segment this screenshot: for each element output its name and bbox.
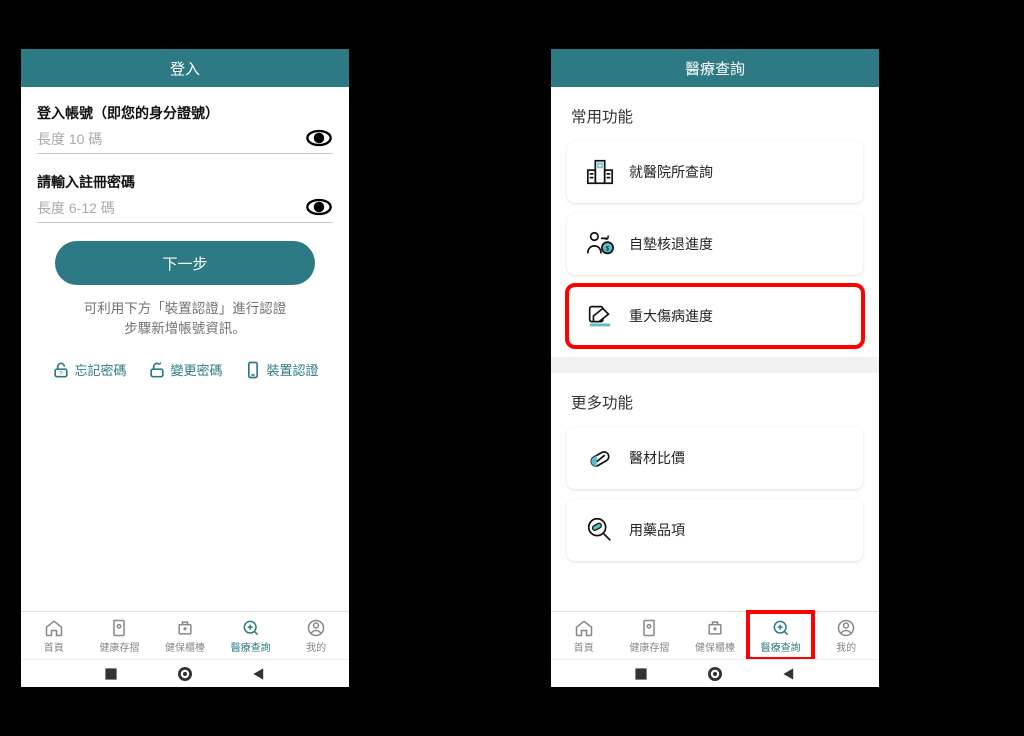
tab-label: 健康存摺 <box>99 639 139 654</box>
func-reimburse-progress[interactable]: $ 自墊核退進度 <box>567 213 863 275</box>
change-password-link[interactable]: 變更密碼 <box>147 360 222 380</box>
nav-circle-icon[interactable] <box>178 667 192 681</box>
link-label: 忘記密碼 <box>74 360 126 379</box>
hint-text: 可利用下方「裝置認證」進行認證 步驟新增帳號資訊。 <box>37 299 333 340</box>
func-label: 用藥品項 <box>629 520 685 540</box>
hospital-icon <box>585 157 615 187</box>
eye-icon[interactable] <box>305 124 333 152</box>
func-label: 自墊核退進度 <box>629 234 713 254</box>
medical-screen: 醫療查詢 常用功能 就醫院所查詢 $ 自墊核退進度 <box>550 48 880 688</box>
tab-label: 醫療查詢 <box>761 639 801 654</box>
form-edit-icon <box>585 301 615 331</box>
healthbook-icon <box>109 618 129 638</box>
func-label: 重大傷病進度 <box>629 306 713 326</box>
func-material-price[interactable]: 醫材比價 <box>567 427 863 489</box>
account-input-row <box>37 123 333 154</box>
func-label: 就醫院所查詢 <box>629 162 713 182</box>
tab-mine[interactable]: 我的 <box>283 612 349 659</box>
tab-label: 首頁 <box>44 639 64 654</box>
func-hospital-lookup[interactable]: 就醫院所查詢 <box>567 141 863 203</box>
tab-bar: 首頁 健康存摺 健保櫃檯 醫療查詢 我的 <box>551 611 879 659</box>
tab-label: 我的 <box>836 639 856 654</box>
forgot-password-link[interactable]: ? 忘記密碼 <box>51 360 126 380</box>
android-nav <box>551 659 879 687</box>
hint-line2: 步驟新增帳號資訊。 <box>124 321 246 336</box>
user-icon <box>306 618 326 638</box>
tab-healthbook[interactable]: 健康存摺 <box>617 612 683 659</box>
eye-icon[interactable] <box>305 193 333 221</box>
medical-body: 常用功能 就醫院所查詢 $ 自墊核退進度 重大傷病進度 <box>551 87 879 611</box>
tab-mine[interactable]: 我的 <box>813 612 879 659</box>
hint-line1: 可利用下方「裝置認證」進行認證 <box>84 301 287 316</box>
tab-medical[interactable]: 醫療查詢 <box>218 612 284 659</box>
user-icon <box>836 618 856 638</box>
app-bar-title: 登入 <box>170 58 200 79</box>
home-icon <box>44 618 64 638</box>
tab-bar: 首頁 健康存摺 健保櫃檯 醫療查詢 我的 <box>21 611 349 659</box>
nav-circle-icon[interactable] <box>708 667 722 681</box>
device-auth-link[interactable]: 裝置認證 <box>243 360 318 380</box>
counter-icon <box>175 618 195 638</box>
phone-icon <box>243 360 263 380</box>
tab-label: 我的 <box>306 639 326 654</box>
password-input[interactable] <box>37 192 305 222</box>
tab-medical[interactable]: 醫療查詢 <box>748 612 814 659</box>
app-bar: 醫療查詢 <box>551 49 879 87</box>
app-bar: 登入 <box>21 49 349 87</box>
func-medication[interactable]: 用藥品項 <box>567 499 863 561</box>
tab-label: 首頁 <box>574 639 594 654</box>
next-button[interactable]: 下一步 <box>55 241 315 285</box>
tab-label: 健保櫃檯 <box>165 639 205 654</box>
password-label: 請輸入註冊密碼 <box>37 172 333 192</box>
tab-home[interactable]: 首頁 <box>21 612 87 659</box>
svg-text:$: $ <box>606 246 610 253</box>
pill-search-icon <box>585 515 615 545</box>
tab-healthbook[interactable]: 健康存摺 <box>87 612 153 659</box>
func-label: 醫材比價 <box>629 448 685 468</box>
lock-refresh-icon <box>147 360 167 380</box>
link-label: 變更密碼 <box>170 360 222 379</box>
counter-icon <box>705 618 725 638</box>
link-label: 裝置認證 <box>266 360 318 379</box>
app-bar-title: 醫療查詢 <box>685 58 745 79</box>
nav-square-icon[interactable] <box>104 667 118 681</box>
nav-back-icon[interactable] <box>782 667 796 681</box>
android-nav <box>21 659 349 687</box>
healthbook-icon <box>639 618 659 638</box>
link-row: ? 忘記密碼 變更密碼 裝置認證 <box>37 360 333 380</box>
pill-icon <box>585 443 615 473</box>
account-label: 登入帳號（即您的身分證號） <box>37 103 333 123</box>
person-money-icon: $ <box>585 229 615 259</box>
password-input-row <box>37 192 333 223</box>
nav-square-icon[interactable] <box>634 667 648 681</box>
tab-counter[interactable]: 健保櫃檯 <box>152 612 218 659</box>
section-gap <box>551 357 879 373</box>
medical-icon <box>771 618 791 638</box>
tab-label: 健保櫃檯 <box>695 639 735 654</box>
login-body: 登入帳號（即您的身分證號） 請輸入註冊密碼 下一步 可利用下方「裝置認證」進行認… <box>21 87 349 611</box>
section-frequent-title: 常用功能 <box>551 87 879 135</box>
account-input[interactable] <box>37 123 305 153</box>
nav-back-icon[interactable] <box>252 667 266 681</box>
login-screen: 登入 登入帳號（即您的身分證號） 請輸入註冊密碼 下一步 可利用下方「裝置認證」… <box>20 48 350 688</box>
section-more-title: 更多功能 <box>551 373 879 421</box>
tab-label: 醫療查詢 <box>231 639 271 654</box>
home-icon <box>574 618 594 638</box>
lock-question-icon: ? <box>51 360 71 380</box>
tab-label: 健康存摺 <box>629 639 669 654</box>
medical-icon <box>241 618 261 638</box>
tab-counter[interactable]: 健保櫃檯 <box>682 612 748 659</box>
func-major-illness-progress[interactable]: 重大傷病進度 <box>567 285 863 347</box>
tab-home[interactable]: 首頁 <box>551 612 617 659</box>
